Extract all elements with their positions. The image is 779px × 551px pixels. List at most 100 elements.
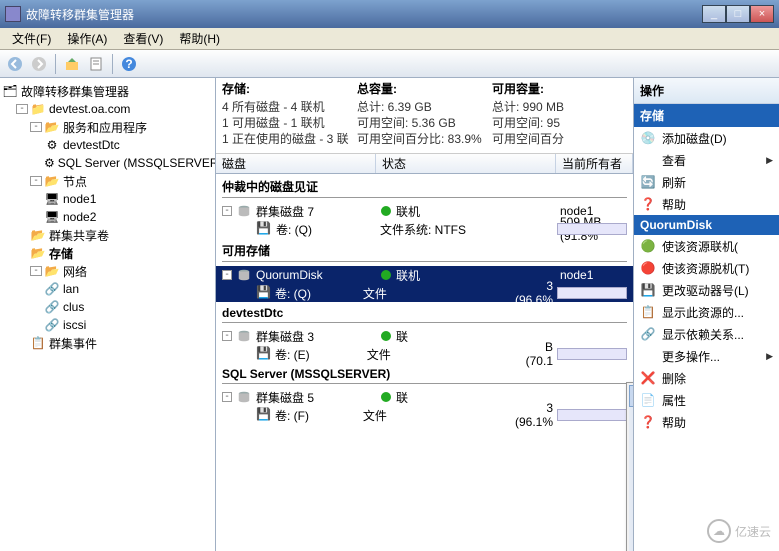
action-events[interactable]: 📋显示此资源的...: [634, 301, 779, 323]
disk-name: 群集磁盘 5: [256, 389, 380, 406]
tree-services[interactable]: -📂服务和应用程序: [2, 118, 213, 136]
collapse-icon[interactable]: -: [222, 331, 232, 341]
volume-row[interactable]: 💾 卷: (E) 文件 B (70.1: [216, 345, 633, 363]
events-icon: 📋: [640, 304, 656, 320]
back-button[interactable]: [4, 53, 26, 75]
server-icon: 🖥: [44, 209, 60, 225]
collapse-icon[interactable]: -: [222, 270, 232, 280]
tree-net-lan[interactable]: 🔗lan: [2, 280, 213, 298]
menu-file[interactable]: 文件(F): [4, 28, 59, 49]
close-button[interactable]: ×: [750, 5, 774, 23]
tree-nodes[interactable]: -📂节点: [2, 172, 213, 190]
help-button[interactable]: ?: [118, 53, 140, 75]
online-icon: [380, 205, 392, 217]
online-icon: 🟢: [640, 238, 656, 254]
ctx-more[interactable]: 更多操作(O)...▶: [629, 515, 633, 537]
minimize-button[interactable]: _: [702, 5, 726, 23]
nodes-icon: 📂: [44, 173, 60, 189]
divider: [222, 383, 627, 384]
tree-net-clus[interactable]: 🔗clus: [2, 298, 213, 316]
ctx-show-deps[interactable]: 显示依赖关系报表(T): [629, 488, 633, 510]
action-online[interactable]: 🟢使该资源联机(: [634, 235, 779, 257]
tree-svc-sql[interactable]: ⚙SQL Server (MSSQLSERVER): [2, 154, 213, 172]
disk-name: QuorumDisk: [256, 268, 380, 282]
summary-line: 总计: 6.39 GB: [357, 99, 492, 115]
action-help2[interactable]: ❓帮助: [634, 411, 779, 433]
ctx-show-events[interactable]: 显示此资源的关键事件(W): [629, 461, 633, 483]
volume-name: 卷: (Q): [275, 285, 363, 302]
ctx-delete[interactable]: 删除(D): [629, 542, 633, 551]
collapse-icon[interactable]: -: [222, 206, 232, 216]
tree-network[interactable]: -📂网络: [2, 262, 213, 280]
disk-status: 联: [396, 389, 408, 406]
menu-help[interactable]: 帮助(H): [171, 28, 228, 49]
disk-status: 联: [396, 328, 408, 345]
collapse-icon[interactable]: -: [30, 266, 42, 276]
menu-view[interactable]: 查看(V): [115, 28, 171, 49]
action-view[interactable]: 查看▶: [634, 149, 779, 171]
action-offline[interactable]: 🔴使该资源脱机(T): [634, 257, 779, 279]
disk-status: 联机: [396, 267, 420, 284]
actions-panel: 操作 存储 💿添加磁盘(D) 查看▶ 🔄刷新 ❓帮助 QuorumDisk 🟢使…: [633, 78, 779, 551]
menu-action[interactable]: 操作(A): [59, 28, 115, 49]
action-add-disk[interactable]: 💿添加磁盘(D): [634, 127, 779, 149]
menubar: 文件(F) 操作(A) 查看(V) 帮助(H): [0, 28, 779, 50]
tree-cluster[interactable]: -📁devtest.oa.com: [2, 100, 213, 118]
volume-row[interactable]: 💾 卷: (Q) 文件系统: NTFS 509 MB (91.8%: [216, 220, 633, 238]
summary-line: 可用空间百分比: 83.9%: [357, 131, 492, 147]
summary-storage-title: 存储:: [222, 80, 357, 97]
tree-root[interactable]: 🗂故障转移群集管理器: [2, 82, 213, 100]
separator: [55, 54, 56, 74]
action-more[interactable]: 更多操作...▶: [634, 345, 779, 367]
center-panel: 存储: 4 所有磁盘 - 4 联机 1 可用磁盘 - 1 联机 1 正在使用的磁…: [216, 78, 633, 551]
volume-row-selected[interactable]: 💾 卷: (Q) 文件 3 (96.6%: [216, 284, 633, 302]
disk-name: 群集磁盘 7: [256, 203, 380, 220]
events-icon: 📋: [30, 335, 46, 351]
action-props[interactable]: 📄属性: [634, 389, 779, 411]
action-drive[interactable]: 💾更改驱动器号(L): [634, 279, 779, 301]
col-disk[interactable]: 磁盘: [216, 154, 376, 173]
tree-net-iscsi[interactable]: 🔗iscsi: [2, 316, 213, 334]
list-header: 磁盘 状态 当前所有者: [216, 154, 633, 174]
cluster-icon: 🗂: [2, 83, 18, 99]
col-owner[interactable]: 当前所有者: [556, 154, 633, 173]
capacity-bar: [557, 348, 627, 360]
forward-button[interactable]: [28, 53, 50, 75]
volume-name: 卷: (F): [275, 407, 363, 424]
maximize-button[interactable]: □: [726, 5, 750, 23]
volume-icon: 💾: [256, 407, 271, 423]
col-status[interactable]: 状态: [376, 154, 556, 173]
volume-icon: 💾: [256, 346, 271, 362]
up-button[interactable]: [61, 53, 83, 75]
ctx-offline[interactable]: 使该资源脱机(T): [629, 407, 633, 429]
collapse-icon[interactable]: -: [16, 104, 28, 114]
capacity-bar: [557, 287, 627, 299]
collapse-icon[interactable]: -: [222, 392, 232, 402]
collapse-icon[interactable]: -: [30, 122, 42, 132]
volume-fs: 文件: [363, 407, 515, 424]
action-delete[interactable]: ❌删除: [634, 367, 779, 389]
tree-node1[interactable]: 🖥node1: [2, 190, 213, 208]
ctx-online[interactable]: 使该资源联机(B): [629, 385, 633, 407]
collapse-icon[interactable]: -: [30, 176, 42, 186]
drive-icon: 💾: [640, 282, 656, 298]
volume-fs: 文件: [363, 285, 515, 302]
tree-csv[interactable]: 📂群集共享卷: [2, 226, 213, 244]
action-deps[interactable]: 🔗显示依赖关系...: [634, 323, 779, 345]
tree-events[interactable]: 📋群集事件: [2, 334, 213, 352]
disk-icon: [236, 267, 252, 283]
volume-row[interactable]: 💾 卷: (F) 文件 3 (96.1%: [216, 406, 633, 424]
action-help[interactable]: ❓帮助: [634, 193, 779, 215]
tree-node2[interactable]: 🖥node2: [2, 208, 213, 226]
tree-storage[interactable]: 📂存储: [2, 244, 213, 262]
disk-status: 联机: [396, 203, 420, 220]
capacity-bar: [557, 223, 627, 235]
summary-line: 可用空间: 95: [492, 115, 627, 131]
properties-icon: 📄: [640, 392, 656, 408]
tree-svc-dtc[interactable]: ⚙devtestDtc: [2, 136, 213, 154]
summary-line: 可用空间百分: [492, 131, 627, 147]
properties-button[interactable]: [85, 53, 107, 75]
submenu-arrow-icon: ▶: [766, 351, 773, 362]
action-refresh[interactable]: 🔄刷新: [634, 171, 779, 193]
ctx-change-drive[interactable]: 更改驱动器号(L): [629, 434, 633, 456]
